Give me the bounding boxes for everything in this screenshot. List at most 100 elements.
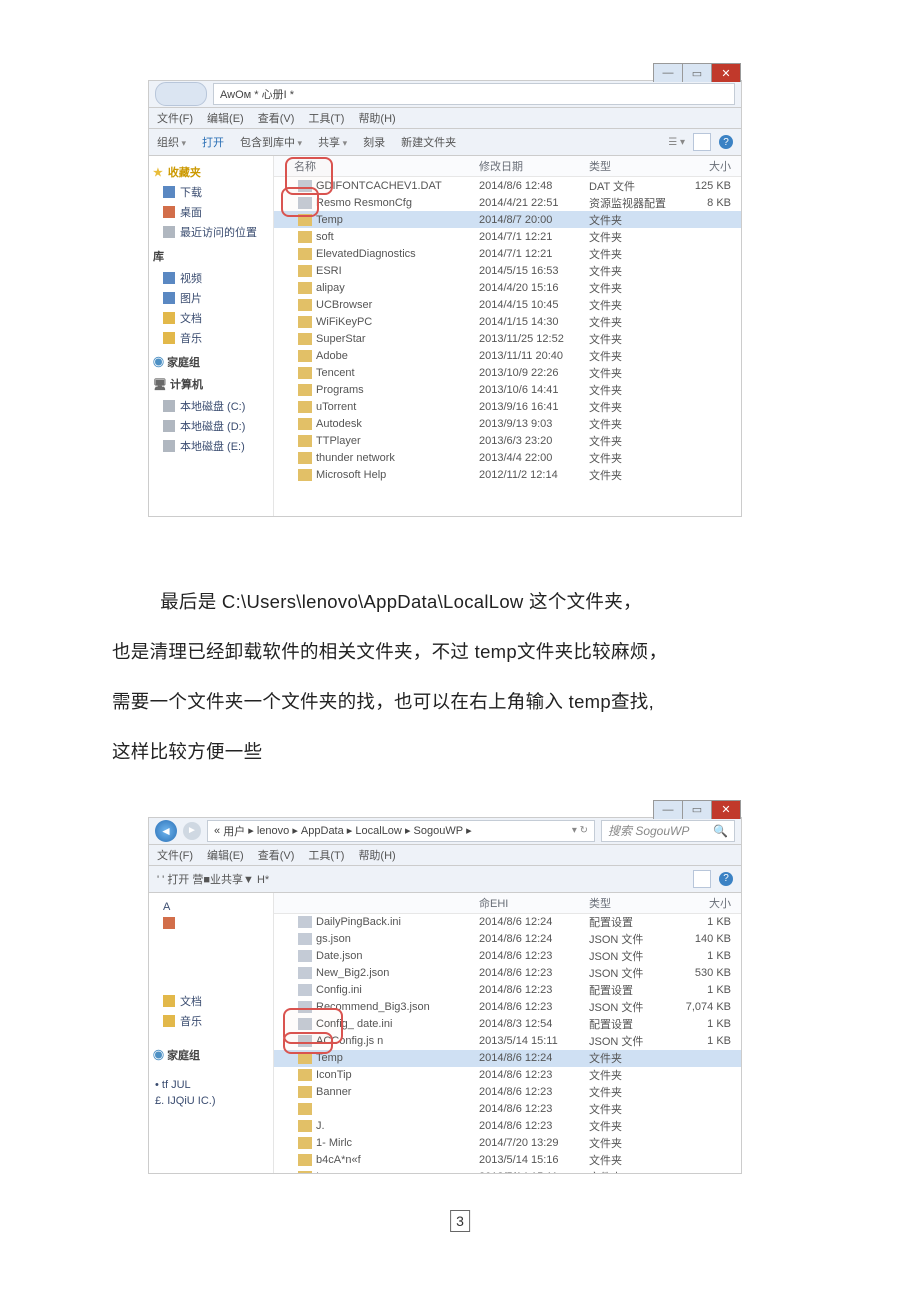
file-row[interactable]: Microsoft Help2012/11/2 12:14文件夹: [274, 466, 741, 483]
file-row[interactable]: ACConfig.js n2013/5/14 15:11JSON 文件1 KB: [274, 1033, 741, 1050]
file-row[interactable]: J.2014/8/6 12:23文件夹: [274, 1118, 741, 1135]
preview-pane-icon[interactable]: [693, 870, 711, 888]
close-button[interactable]: ✕: [712, 800, 741, 819]
close-button[interactable]: ✕: [712, 63, 741, 82]
toolbar-organize[interactable]: 组织: [157, 134, 186, 150]
file-row[interactable]: Adobe2013/11/11 20:40文件夹: [274, 347, 741, 364]
file-row[interactable]: Tencent2013/10/9 22:26文件夹: [274, 364, 741, 381]
sidebar-pictures[interactable]: 图片: [151, 288, 271, 308]
file-row[interactable]: Banner2014/8/6 12:23文件夹: [274, 1084, 741, 1101]
file-row[interactable]: GDIFONTCACHEV1.DAT2014/8/6 12:48DAT 文件12…: [274, 177, 741, 194]
file-row[interactable]: IconTip2014/8/6 12:23文件夹: [274, 1067, 741, 1084]
toolbar-newfolder[interactable]: 新建文件夹: [401, 134, 456, 150]
sidebar-documents[interactable]: 文档: [151, 308, 271, 328]
sidebar-item-a[interactable]: A: [151, 899, 271, 915]
file-row[interactable]: Temp2014/8/7 20:00文件夹: [274, 211, 741, 228]
col-type[interactable]: 类型: [589, 895, 667, 911]
menu-edit[interactable]: 编辑(E): [207, 110, 244, 126]
file-row[interactable]: soft2014/7/1 12:21文件夹: [274, 228, 741, 245]
file-name: Icon: [316, 1171, 337, 1173]
toolbar-open[interactable]: 打开: [202, 134, 224, 150]
sidebar-drive-c[interactable]: 本地磁盘 (C:): [151, 396, 271, 416]
sidebar-homegroup[interactable]: ◉ 家庭组: [153, 1047, 271, 1063]
menu-tools[interactable]: 工具(T): [308, 847, 344, 863]
toolbar-share[interactable]: 共享: [318, 134, 347, 150]
file-type: 文件夹: [589, 1152, 667, 1168]
col-type[interactable]: 类型: [589, 158, 667, 174]
sidebar-videos[interactable]: 视频: [151, 268, 271, 288]
view-dropdown-icon[interactable]: ☰ ▾: [668, 137, 685, 148]
file-row[interactable]: Config.ini2014/8/6 12:23配置设置1 KB: [274, 982, 741, 999]
address-box[interactable]: AwOм * 心册I *: [213, 83, 735, 105]
col-size[interactable]: 大小: [667, 158, 741, 174]
sidebar-computer[interactable]: 🖥 计算机: [153, 376, 271, 392]
toolbar-include[interactable]: 包含到库中: [240, 134, 302, 150]
file-row[interactable]: ESRI2014/5/15 16:53文件夹: [274, 262, 741, 279]
file-row[interactable]: Recommend_Big3.json2014/8/6 12:23JSON 文件…: [274, 999, 741, 1016]
col-size[interactable]: 大小: [667, 895, 741, 911]
file-row[interactable]: Programs2013/10/6 14:41文件夹: [274, 381, 741, 398]
back-button[interactable]: ◄: [155, 820, 177, 842]
sidebar-music[interactable]: 音乐: [151, 1011, 271, 1031]
maximize-button[interactable]: ▭: [683, 63, 712, 82]
file-row[interactable]: Temp2014/8/6 12:24文件夹: [274, 1050, 741, 1067]
sidebar-item-blank[interactable]: [151, 915, 271, 931]
help-icon[interactable]: ?: [719, 872, 733, 886]
file-row[interactable]: TTPlayer2013/6/3 23:20文件夹: [274, 432, 741, 449]
toolbar-open-2[interactable]: ' ' 打开 营■业共享▼ H*: [157, 871, 269, 887]
sidebar-favorites[interactable]: ★收藏夹: [151, 162, 271, 182]
breadcrumb[interactable]: « 用户 ▸ lenovo ▸ AppData ▸ LocalLow ▸ Sog…: [207, 820, 595, 842]
sidebar-ij[interactable]: £. IJQiU IC.): [151, 1093, 271, 1109]
sidebar-drive-e[interactable]: 本地磁盘 (E:): [151, 436, 271, 456]
file-row[interactable]: ElevatedDiagnostics2014/7/1 12:21文件夹: [274, 245, 741, 262]
maximize-button[interactable]: ▭: [683, 800, 712, 819]
back-forward-buttons[interactable]: [155, 82, 207, 106]
menu-view[interactable]: 查看(V): [258, 110, 295, 126]
sidebar-drive-d[interactable]: 本地磁盘 (D:): [151, 416, 271, 436]
menu-help[interactable]: 帮助(H): [358, 110, 395, 126]
file-row[interactable]: gs.json2014/8/6 12:24JSON 文件140 KB: [274, 931, 741, 948]
folder-icon: [298, 350, 312, 362]
forward-button[interactable]: ►: [183, 822, 201, 840]
menu-tools[interactable]: 工具(T): [308, 110, 344, 126]
sidebar-desktop[interactable]: 桌面: [151, 202, 271, 222]
file-row[interactable]: WiFiKeyPC2014/1/15 14:30文件夹: [274, 313, 741, 330]
file-row[interactable]: UCBrowser2014/4/15 10:45文件夹: [274, 296, 741, 313]
file-row[interactable]: 1- Mirlc2014/7/20 13:29文件夹: [274, 1135, 741, 1152]
sidebar-recent[interactable]: 最近访问的位置: [151, 222, 271, 242]
sidebar-homegroup[interactable]: ◉ 家庭组: [153, 354, 271, 370]
file-row[interactable]: Resmo ResmonCfg2014/4/21 22:51资源监视器配置8 K…: [274, 194, 741, 211]
file-name: Temp: [316, 214, 343, 226]
menu-edit[interactable]: 编辑(E): [207, 847, 244, 863]
file-row[interactable]: Date.json2014/8/6 12:23JSON 文件1 KB: [274, 948, 741, 965]
file-row[interactable]: DailyPingBack.ini2014/8/6 12:24配置设置1 KB: [274, 914, 741, 931]
menu-file[interactable]: 文件(F): [157, 110, 193, 126]
file-row[interactable]: 2014/8/6 12:23文件夹: [274, 1101, 741, 1118]
col-ehi[interactable]: 命EHI: [479, 895, 589, 911]
file-row[interactable]: SuperStar2013/11/25 12:52文件夹: [274, 330, 741, 347]
minimize-button[interactable]: —: [653, 800, 683, 819]
search-box[interactable]: 搜索 SogouWP 🔍: [601, 820, 735, 842]
file-row[interactable]: Autodesk2013/9/13 9:03文件夹: [274, 415, 741, 432]
file-row[interactable]: uTorrent2013/9/16 16:41文件夹: [274, 398, 741, 415]
file-row[interactable]: Icon2013/5/14 15:11文件夹: [274, 1169, 741, 1173]
toolbar-burn[interactable]: 刻录: [363, 134, 385, 150]
sidebar-libraries[interactable]: 库: [153, 248, 271, 264]
file-row[interactable]: Config_ date.ini2014/8/3 12:54配置设置1 KB: [274, 1016, 741, 1033]
file-row[interactable]: b4cA*n«f2013/5/14 15:16文件夹: [274, 1152, 741, 1169]
sidebar-music[interactable]: 音乐: [151, 328, 271, 348]
file-row[interactable]: alipay2014/4/20 15:16文件夹: [274, 279, 741, 296]
menu-help[interactable]: 帮助(H): [358, 847, 395, 863]
file-row[interactable]: thunder network2013/4/4 22:00文件夹: [274, 449, 741, 466]
menu-view[interactable]: 查看(V): [258, 847, 295, 863]
sidebar-documents[interactable]: 文档: [151, 991, 271, 1011]
help-icon[interactable]: ?: [719, 135, 733, 149]
minimize-button[interactable]: —: [653, 63, 683, 82]
file-date: 2014/7/1 12:21: [479, 248, 589, 260]
file-row[interactable]: New_Big2.json2014/8/6 12:23JSON 文件530 KB: [274, 965, 741, 982]
menu-file[interactable]: 文件(F): [157, 847, 193, 863]
sidebar-downloads[interactable]: 下载: [151, 182, 271, 202]
col-date[interactable]: 修改日期: [479, 158, 589, 174]
preview-pane-icon[interactable]: [693, 133, 711, 151]
sidebar-tf[interactable]: • tf JUL: [151, 1077, 271, 1093]
